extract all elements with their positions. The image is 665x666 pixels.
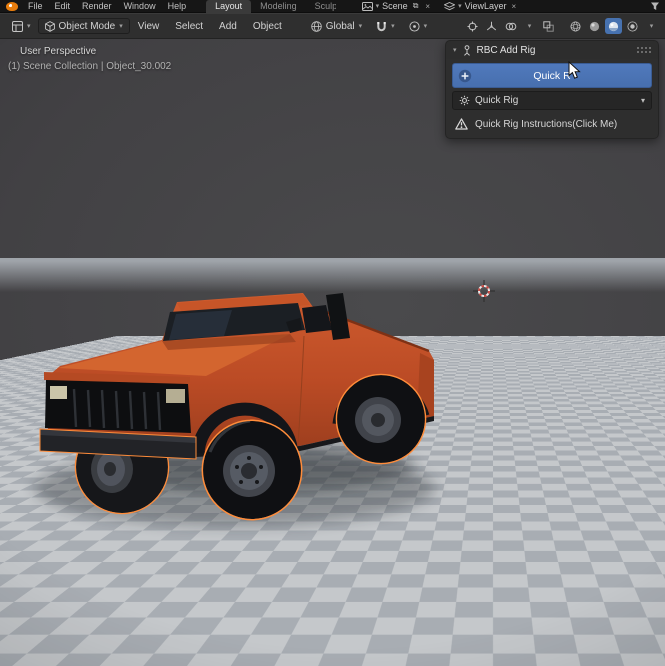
pivot-icon (467, 21, 478, 31)
viewport-editor-icon (12, 20, 23, 32)
pivot-point-button[interactable] (464, 18, 481, 34)
viewlayer-icon (444, 1, 456, 11)
xray-icon (543, 20, 554, 32)
shading-rendered-button[interactable] (624, 18, 641, 34)
menu-render[interactable]: Render (76, 1, 118, 11)
quick-rig-button[interactable]: Quick R (452, 63, 652, 88)
overlays-icon (505, 22, 516, 30)
overlays-toggle-button[interactable] (502, 18, 519, 34)
checker-floor (0, 258, 665, 666)
wireframe-sphere-icon (570, 21, 581, 31)
shading-wireframe-button[interactable] (567, 18, 584, 34)
orientation-label: Global (325, 20, 355, 32)
chevron-down-icon: ▾ (391, 22, 395, 30)
chevron-down-icon: ▾ (375, 2, 380, 10)
chevron-down-icon: ▾ (358, 22, 363, 30)
view-perspective-label: User Perspective (20, 46, 97, 57)
scene-selector[interactable]: ▾ Scene ⧉ × (361, 1, 432, 11)
quick-rig-dropdown[interactable]: Quick Rig ▾ (452, 91, 652, 110)
chevron-down-icon: ▾ (423, 22, 428, 30)
menu-file[interactable]: File (22, 1, 49, 11)
rig-icon (462, 44, 472, 56)
viewport-header: ▾ Object Mode ▾ View Select Add Object G… (0, 13, 665, 39)
chevron-down-icon: ▾ (119, 22, 123, 30)
menu-object[interactable]: Object (245, 21, 290, 32)
remove-viewlayer-icon[interactable]: × (509, 2, 518, 11)
solid-sphere-icon (589, 21, 600, 31)
rbc-add-rig-panel: ▾ RBC Add Rig Quick R Quick Rig ▾ Quick … (445, 40, 659, 139)
panel-header[interactable]: ▾ RBC Add Rig (446, 41, 658, 59)
material-sphere-icon (608, 21, 619, 31)
snapping-button[interactable]: ▾ (369, 18, 402, 34)
viewlayer-name[interactable]: ViewLayer (465, 1, 507, 11)
blender-menu-icon[interactable] (6, 1, 18, 11)
gizmo-icon (486, 21, 497, 30)
chevron-down-icon: ▾ (640, 95, 645, 105)
mode-label: Object Mode (58, 20, 116, 32)
menu-window[interactable]: Window (118, 1, 162, 11)
collapse-chevron-icon[interactable]: ▾ (453, 47, 457, 54)
scene-icon (361, 1, 373, 11)
chevron-down-icon: ▾ (27, 22, 31, 30)
plus-icon (458, 69, 472, 83)
topbar: File Edit Render Window Help Layout Mode… (0, 0, 665, 13)
scene-name[interactable]: Scene (382, 1, 408, 11)
chevron-down-icon: ▾ (458, 2, 462, 10)
workspace-tab-sculpting[interactable]: Sculpting (306, 0, 336, 13)
shading-material-button[interactable] (605, 18, 622, 34)
menu-view[interactable]: View (130, 21, 168, 32)
magnet-icon (377, 21, 386, 31)
menu-select[interactable]: Select (167, 21, 211, 32)
rendered-sphere-icon (627, 21, 638, 31)
workspace-tabs: Layout Modeling Sculpting (206, 0, 336, 13)
context-breadcrumb: (1) Scene Collection | Object_30.002 (8, 61, 172, 72)
quick-rig-instructions[interactable]: Quick Rig Instructions(Click Me) (446, 114, 658, 138)
overlays-dropdown[interactable]: ▾ (521, 18, 538, 34)
menu-add[interactable]: Add (211, 21, 245, 32)
menu-help[interactable]: Help (162, 1, 193, 11)
workspace-tab-modeling[interactable]: Modeling (251, 0, 306, 13)
cube-icon (44, 20, 55, 32)
unlink-scene-icon[interactable]: × (423, 2, 432, 11)
editor-type-button[interactable]: ▾ (5, 18, 38, 34)
shading-solid-button[interactable] (586, 18, 603, 34)
xray-toggle-button[interactable] (540, 18, 557, 34)
viewlayer-selector[interactable]: ▾ ViewLayer × (444, 1, 518, 11)
globe-icon (310, 20, 322, 32)
menu-edit[interactable]: Edit (49, 1, 77, 11)
proportional-editing-icon (409, 20, 420, 32)
object-mode-dropdown[interactable]: Object Mode ▾ (37, 18, 130, 34)
gear-icon (459, 95, 470, 106)
instructions-label: Quick Rig Instructions(Click Me) (475, 118, 618, 130)
quick-rig-dropdown-label: Quick Rig (475, 95, 519, 106)
drag-handle[interactable] (636, 45, 651, 55)
proportional-editing-button[interactable]: ▾ (402, 18, 435, 34)
quick-rig-button-label: Quick R (533, 69, 571, 82)
workspace-tab-layout[interactable]: Layout (206, 0, 252, 13)
new-scene-icon[interactable]: ⧉ (411, 1, 421, 11)
panel-title: RBC Add Rig (476, 44, 536, 56)
viewport-header-right-icons: ▾ ▾ (464, 18, 660, 34)
gizmo-toggle-button[interactable] (483, 18, 500, 34)
shading-dropdown[interactable]: ▾ (643, 18, 660, 34)
warning-icon (455, 118, 468, 130)
transform-orientation-dropdown[interactable]: Global ▾ (304, 18, 369, 34)
filter-icon[interactable] (650, 1, 660, 11)
